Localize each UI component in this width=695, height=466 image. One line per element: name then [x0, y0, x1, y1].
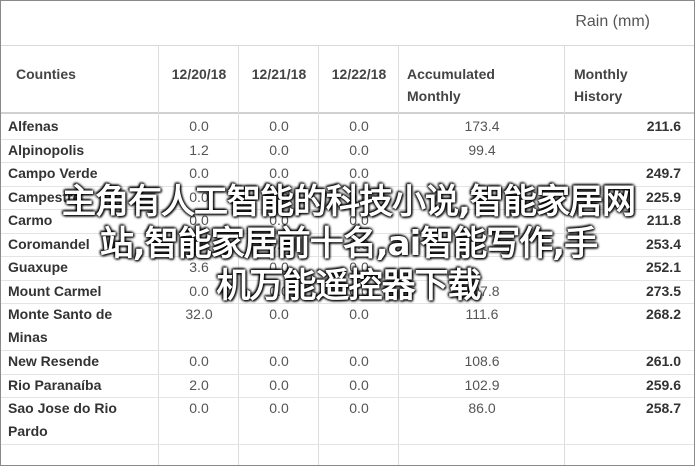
header-accumulated[interactable]: Accumulated Monthly [407, 46, 557, 112]
daily-rain-value: 0.0 [269, 141, 289, 158]
county-name-line: Alpinopolis [8, 141, 85, 158]
county-name-line: Alfenas [8, 118, 59, 134]
history-value: 258.7 [645, 400, 681, 416]
table-header: Counties 12/20/18 12/21/18 12/22/18 Accu… [1, 46, 694, 114]
daily-rain-value: 0.0 [349, 400, 369, 416]
daily-rain-value: 0.0 [349, 353, 369, 369]
daily-rain-value: 0.0 [349, 376, 369, 393]
overlay-line: 主角有人工智能的科技小说,智能家居网 [62, 182, 636, 222]
daily-rain-value: 0.0 [349, 118, 369, 134]
county-name: Alfenas [8, 115, 153, 138]
county-name-line: New Resende [8, 353, 100, 369]
county-name-line: Rio Paranaíba [8, 376, 102, 393]
accumulated-value: 108.6 [464, 353, 500, 369]
overlay-watermark-text: 主角有人工智能的科技小说,智能家居网 站,智能家居前十名,ai智能写作,手 机万… [1, 181, 694, 307]
county-name-line: Sao Jose do Rio [8, 400, 117, 416]
header-history[interactable]: Monthly History [574, 46, 689, 112]
table-row[interactable]: Alpinopolis 1.2 0.0 0.0 99.4 [1, 139, 694, 163]
rain-table-panel: Rain (mm) Counties 12/20/18 12/21/18 12/… [0, 0, 695, 466]
row-separator [1, 444, 694, 445]
county-name: Rio Paranaíba [8, 374, 153, 397]
header-date-1[interactable]: 12/20/18 [159, 46, 239, 112]
county-name: Sao Jose do Rio Pardo [8, 397, 153, 443]
accumulated-value: 99.4 [468, 141, 496, 158]
header-accumulated-line1: Accumulated [407, 66, 495, 82]
accumulated-value: 102.9 [464, 376, 500, 393]
history-value: 259.6 [645, 376, 681, 393]
table-top-bar: Rain (mm) [1, 1, 694, 46]
daily-rain-value: 0.0 [189, 400, 209, 416]
header-history-line1: Monthly [574, 66, 628, 82]
header-date-2[interactable]: 12/21/18 [239, 46, 319, 112]
table-row[interactable]: Monte Santo de Minas 32.0 0.0 0.0 111.6 268.2 [1, 303, 694, 350]
history-value: 211.6 [646, 118, 681, 134]
daily-rain-value: 0.0 [189, 118, 209, 134]
county-name-line: Pardo [8, 423, 48, 439]
unit-label: Rain (mm) [575, 13, 650, 30]
county-name-line: Minas [8, 329, 48, 345]
daily-rain-value: 1.2 [189, 141, 209, 158]
table-row[interactable]: Alfenas 0.0 0.0 0.0 173.4 211.6 [1, 115, 694, 139]
header-accumulated-line2: Monthly [407, 88, 461, 104]
daily-rain-value: 0.0 [269, 400, 289, 416]
header-date-3[interactable]: 12/22/18 [319, 46, 399, 112]
header-history-line2: History [574, 88, 623, 104]
daily-rain-value: 0.0 [189, 353, 209, 369]
table-row[interactable]: Rio Paranaíba 2.0 0.0 0.0 102.9 259.6 [1, 374, 694, 398]
table-row[interactable]: Sao Jose do Rio Pardo 0.0 0.0 0.0 86.0 258.7 [1, 397, 694, 444]
daily-rain-value: 0.0 [269, 376, 289, 393]
daily-rain-value: 2.0 [189, 376, 209, 393]
overlay-line: 机万能遥控器下载 [216, 266, 482, 306]
daily-rain-value: 0.0 [269, 353, 289, 369]
overlay-line: 站,智能家居前十名,ai智能写作,手 [99, 224, 598, 264]
daily-rain-value: 0.0 [349, 141, 369, 158]
accumulated-value: 86.0 [468, 400, 496, 416]
history-value: 261.0 [645, 353, 681, 369]
county-name: Monte Santo de Minas [8, 303, 153, 349]
header-counties[interactable]: Counties [16, 46, 156, 112]
accumulated-value: 173.4 [464, 118, 500, 134]
county-name: New Resende [8, 350, 153, 373]
daily-rain-value: 0.0 [269, 118, 289, 134]
table-row[interactable]: New Resende 0.0 0.0 0.0 108.6 261.0 [1, 350, 694, 374]
county-name: Alpinopolis [8, 139, 153, 162]
